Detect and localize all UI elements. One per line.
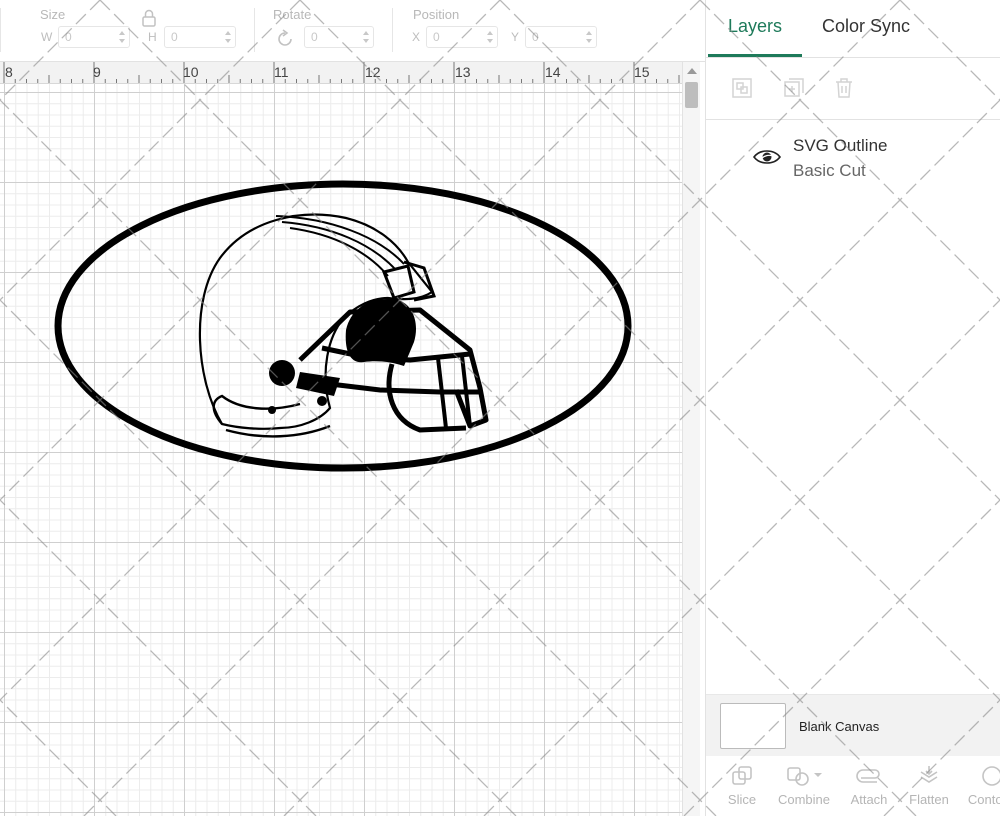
ruler-label: 13: [455, 64, 471, 80]
flatten-icon: [920, 766, 938, 783]
design-canvas[interactable]: [0, 84, 682, 816]
stepper-icon[interactable]: [224, 30, 232, 44]
ruler-ticks: [3, 62, 680, 83]
scroll-up-icon[interactable]: [687, 68, 697, 74]
height-input[interactable]: 0: [164, 26, 236, 48]
layer-bottom-actions: Slice Combine Attach Flatten Conto: [706, 756, 1000, 816]
stepper-icon[interactable]: [585, 30, 593, 44]
helmet-oval-outline-icon[interactable]: [0, 84, 682, 816]
horizontal-ruler: 8 9 10 11 12 13 14 15: [0, 62, 682, 84]
tab-color-sync[interactable]: Color Sync: [822, 16, 910, 37]
ruler-label: 11: [274, 64, 289, 80]
combine-button[interactable]: Combine: [774, 764, 834, 807]
contour-button[interactable]: Contour: [961, 764, 1000, 807]
delete-icon[interactable]: [832, 76, 856, 100]
flatten-button[interactable]: Flatten: [899, 764, 959, 807]
rotate-icon[interactable]: [274, 28, 296, 50]
lock-icon[interactable]: [141, 9, 157, 27]
toolbar-divider: [254, 8, 255, 52]
layer-item[interactable]: SVG Outline Basic Cut: [706, 124, 1000, 188]
group-icon[interactable]: [730, 76, 754, 100]
x-label: X: [412, 30, 421, 44]
eye-icon[interactable]: [752, 148, 782, 166]
canvas-selector[interactable]: Blank Canvas: [706, 694, 1000, 756]
attach-icon: [856, 769, 880, 783]
ruler-label: 12: [365, 64, 381, 80]
duplicate-icon[interactable]: [782, 76, 806, 100]
attach-button[interactable]: Attach: [839, 764, 899, 807]
scroll-thumb[interactable]: [685, 82, 698, 108]
ruler-label: 8: [5, 64, 13, 80]
layers-panel: Layers Color Sync SVG Outline Basic Cut: [705, 0, 1000, 816]
ruler-label: 14: [545, 64, 561, 80]
y-input[interactable]: 0: [525, 26, 597, 48]
ruler-label: 15: [634, 64, 650, 80]
y-label: Y: [511, 30, 520, 44]
layer-name: SVG Outline: [793, 136, 888, 155]
ear-hole: [269, 360, 295, 386]
canvas-thumbnail[interactable]: [720, 703, 786, 749]
tab-layers[interactable]: Layers: [728, 16, 782, 37]
stepper-icon[interactable]: [362, 30, 370, 44]
width-input[interactable]: 0: [58, 26, 130, 48]
rotate-input[interactable]: 0: [304, 26, 374, 48]
stepper-icon[interactable]: [486, 30, 494, 44]
slice-icon: [732, 766, 752, 785]
size-label: Size: [40, 7, 66, 22]
ruler-label: 10: [183, 64, 199, 80]
stepper-icon[interactable]: [118, 30, 126, 44]
x-input[interactable]: 0: [426, 26, 498, 48]
ruler-label: 9: [93, 64, 101, 80]
layer-operation[interactable]: Basic Cut: [793, 161, 866, 181]
width-label: W: [41, 30, 53, 44]
slice-button[interactable]: Slice: [712, 764, 772, 807]
layer-actions-bar: [706, 58, 1000, 120]
toolbar-divider: [392, 8, 393, 52]
position-label: Position: [413, 7, 460, 22]
properties-toolbar: Size W 0 H 0 Rotate 0 Position X 0 Y 0: [0, 0, 705, 62]
toolbar-edge: [0, 8, 1, 52]
contour-icon: [982, 766, 1000, 786]
combine-icon: [787, 767, 822, 786]
rotate-label: Rotate: [273, 7, 312, 22]
height-label: H: [148, 30, 157, 44]
canvas-scrollbar[interactable]: [682, 62, 700, 816]
canvas-label: Blank Canvas: [799, 719, 880, 734]
